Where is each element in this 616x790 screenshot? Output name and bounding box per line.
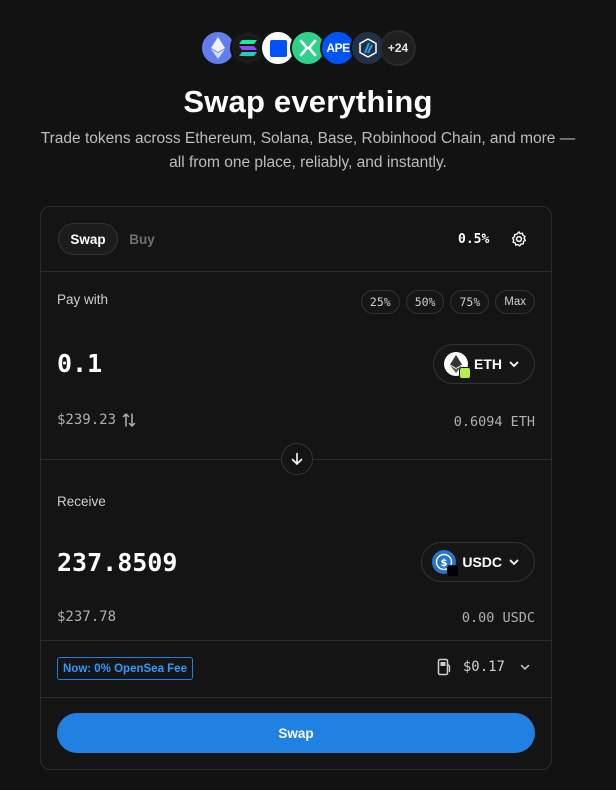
preset-50-button[interactable]: 50% bbox=[405, 290, 445, 314]
preset-75-button[interactable]: 75% bbox=[450, 290, 490, 314]
gas-pump-icon bbox=[437, 658, 450, 676]
swap-tabs-row: Swap Buy 0.5% bbox=[41, 207, 551, 272]
fee-row: Now: 0% OpenSea Fee $0.17 bbox=[41, 641, 551, 698]
pay-amount-input[interactable]: 0.1 bbox=[57, 349, 102, 378]
arrow-down-icon bbox=[291, 452, 303, 466]
receive-token-selector[interactable]: $ USDC bbox=[421, 542, 535, 582]
network-badge-icon bbox=[447, 565, 460, 577]
flip-direction-button[interactable] bbox=[281, 443, 313, 475]
swap-card: Swap Buy 0.5% Pay with 25% 50% 75% Max 0… bbox=[40, 206, 552, 770]
page-title: Swap everything bbox=[183, 84, 433, 119]
eth-token-icon bbox=[444, 352, 471, 379]
pay-usd-text: $239.23 bbox=[57, 412, 117, 428]
usdc-token-icon: $ bbox=[432, 550, 460, 577]
network-badge-icon bbox=[459, 367, 471, 379]
chain-icons-row: APE +24 bbox=[0, 30, 616, 66]
fee-promo-badge: Now: 0% OpenSea Fee bbox=[57, 657, 193, 680]
amount-presets: 25% 50% 75% Max bbox=[360, 290, 535, 314]
tab-swap[interactable]: Swap bbox=[58, 223, 118, 255]
pay-usd-value: $239.23 bbox=[57, 412, 136, 428]
page-subtitle: Trade tokens across Ethereum, Solana, Ba… bbox=[40, 130, 576, 171]
preset-25-button[interactable]: 25% bbox=[360, 290, 400, 314]
receive-balance: 0.00 USDC bbox=[461, 610, 535, 626]
slippage-value[interactable]: 0.5% bbox=[458, 232, 489, 247]
swap-vertical-icon[interactable] bbox=[122, 412, 136, 428]
receive-section: Receive 237.8509 $ USDC $237.78 0.00 USD… bbox=[41, 460, 551, 641]
pay-token-symbol: ETH bbox=[474, 356, 502, 372]
pay-section: Pay with 25% 50% 75% Max 0.1 ETH $239.23… bbox=[41, 272, 551, 460]
chevron-down-icon bbox=[509, 361, 519, 368]
receive-amount: 237.8509 bbox=[57, 548, 178, 577]
pay-label: Pay with bbox=[57, 292, 109, 307]
tab-buy[interactable]: Buy bbox=[125, 223, 159, 255]
pay-token-selector[interactable]: ETH bbox=[433, 344, 535, 384]
preset-max-button[interactable]: Max bbox=[495, 290, 535, 314]
pay-balance: 0.6094 ETH bbox=[453, 414, 535, 430]
receive-label: Receive bbox=[57, 494, 106, 509]
gas-fee-value: $0.17 bbox=[462, 659, 505, 675]
gear-icon[interactable] bbox=[510, 230, 528, 248]
chevron-down-icon bbox=[509, 559, 519, 566]
receive-token-symbol: USDC bbox=[462, 554, 502, 570]
swap-button[interactable]: Swap bbox=[57, 713, 535, 753]
chevron-down-icon bbox=[520, 664, 530, 671]
gas-fee-toggle[interactable]: $0.17 bbox=[437, 658, 531, 676]
more-chains-badge: +24 bbox=[380, 30, 416, 66]
receive-usd-value: $237.78 bbox=[57, 609, 117, 625]
